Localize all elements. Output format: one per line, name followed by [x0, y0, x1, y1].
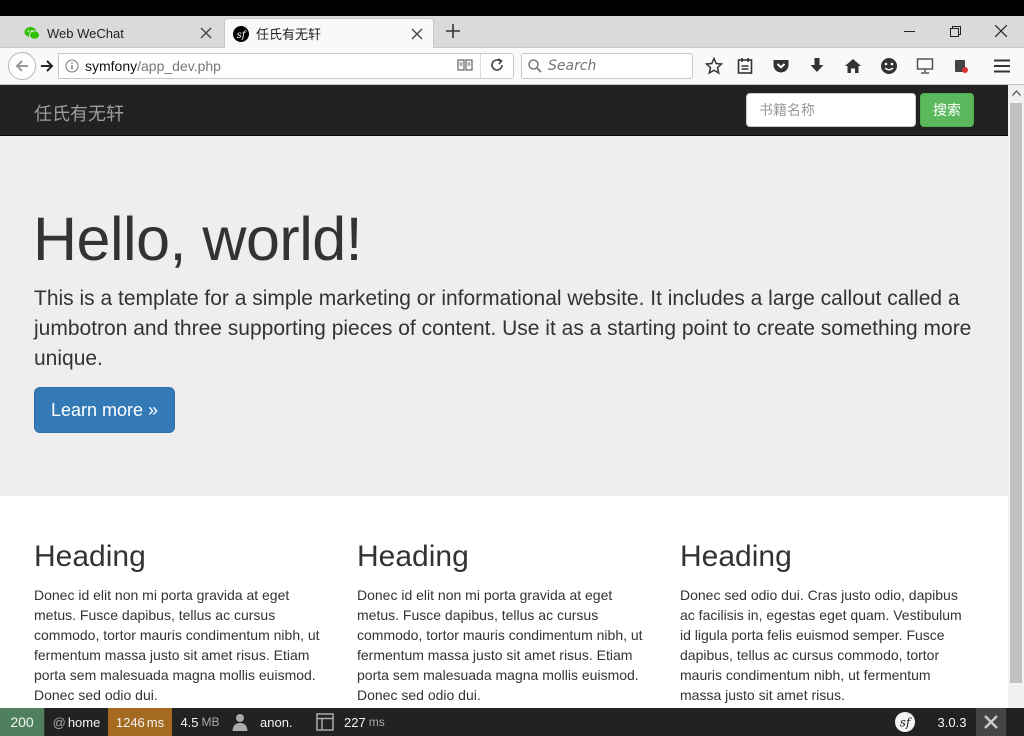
status-code-badge[interactable]: 200 — [0, 708, 44, 736]
column-text: Donec id elit non mi porta gravida at eg… — [34, 587, 320, 703]
new-tab-plus-icon[interactable] — [442, 20, 464, 42]
learn-more-button[interactable]: Learn more » — [34, 387, 175, 433]
database-panel[interactable]: 227 ms — [316, 708, 406, 736]
screen-icon[interactable] — [913, 55, 937, 77]
column-heading: Heading — [34, 540, 146, 573]
back-arrow-icon[interactable] — [8, 52, 36, 80]
url-bar[interactable]: symfony/app_dev.php — [58, 53, 514, 79]
column-text: Donec sed odio dui. Cras justo odio, dap… — [680, 587, 962, 703]
close-icon[interactable] — [194, 21, 218, 45]
user-icon — [232, 714, 248, 731]
tab-title: 任氏有无轩 — [256, 27, 322, 42]
reload-icon[interactable] — [489, 57, 505, 76]
column-heading: Heading — [680, 540, 792, 573]
symfony-version: 3.0.3 — [937, 714, 967, 730]
site-brand[interactable]: 任氏有无轩 — [34, 100, 124, 126]
page-scrollbar[interactable] — [1008, 85, 1024, 708]
browser-search-input[interactable] — [548, 58, 688, 74]
column-text: Donec id elit non mi porta gravida at eg… — [357, 587, 643, 703]
restore-icon[interactable] — [932, 16, 978, 46]
close-icon[interactable] — [405, 22, 429, 46]
content-column: Heading Donec id elit non mi porta gravi… — [357, 540, 649, 705]
symfony-debug-toolbar: 200 @ home 1246 ms 4.5 MB anon. 227 ms sf 3.… — [0, 708, 1024, 736]
symfony-icon: sf — [233, 25, 249, 42]
url-separator — [480, 54, 481, 78]
status-code: 200 — [10, 714, 34, 730]
jumbotron-title: Hello, world! — [33, 205, 363, 273]
user-panel[interactable]: anon. — [232, 708, 304, 736]
request-time: 1246 — [115, 714, 145, 730]
memory-panel[interactable]: 4.5 MB — [172, 708, 228, 736]
route-panel[interactable]: @ home — [44, 708, 108, 736]
menu-hamburger-icon[interactable] — [990, 55, 1014, 77]
scrollbar-thumb[interactable] — [1010, 103, 1022, 683]
download-icon[interactable] — [805, 55, 829, 77]
site-navbar: 任氏有无轩 搜索 — [0, 85, 1008, 136]
memory-value: 4.5 — [180, 714, 199, 730]
extension-icon[interactable] — [949, 55, 973, 77]
url-host: symfony — [85, 58, 138, 74]
scroll-up-arrow-icon[interactable] — [1008, 85, 1024, 101]
time-unit: ms — [146, 714, 165, 730]
home-icon[interactable] — [841, 55, 865, 77]
window-close-icon[interactable] — [978, 16, 1024, 46]
tab-web-wechat[interactable]: Web WeChat — [16, 18, 222, 48]
reader-view-icon[interactable] — [457, 57, 473, 76]
tab-title: Web WeChat — [47, 25, 124, 41]
info-icon[interactable] — [59, 59, 85, 73]
url-path: /app_dev.php — [137, 58, 221, 74]
minimize-icon[interactable] — [886, 16, 932, 46]
content-column: Heading Donec id elit non mi porta gravi… — [34, 540, 326, 705]
pocket-icon[interactable] — [769, 55, 793, 77]
jumbotron: Hello, world! This is a template for a s… — [0, 136, 1008, 496]
forward-arrow-icon[interactable] — [36, 56, 58, 76]
time-panel[interactable]: 1246 ms — [108, 708, 172, 736]
user-name: anon. — [260, 714, 293, 730]
route-prefix: @ — [52, 714, 66, 730]
search-icon — [522, 59, 548, 73]
content-column: Heading Donec sed odio dui. Cras justo o… — [680, 540, 972, 705]
book-search-input[interactable] — [746, 93, 916, 127]
browser-search-bar[interactable] — [521, 53, 693, 79]
wechat-icon — [24, 25, 40, 41]
emoji-icon[interactable] — [877, 55, 901, 77]
tab-symfony[interactable]: sf 任氏有无轩 — [224, 18, 434, 48]
db-time: 227 — [344, 714, 366, 730]
reading-list-icon[interactable] — [733, 55, 757, 77]
database-table-icon — [316, 713, 334, 731]
jumbotron-text: This is a template for a simple marketin… — [34, 287, 972, 370]
toolbar-close-icon[interactable] — [976, 708, 1006, 736]
tab-bar: Web WeChat sf 任氏有无轩 — [0, 16, 1024, 48]
page-viewport: 任氏有无轩 搜索 Hello, world! This is a templat… — [0, 85, 1008, 708]
db-time-unit: ms — [368, 715, 385, 729]
bookmark-star-icon[interactable] — [702, 55, 726, 77]
route-name: home — [67, 714, 101, 730]
book-search-button[interactable]: 搜索 — [920, 93, 974, 127]
symfony-logo-icon[interactable]: sf — [894, 708, 916, 736]
memory-unit: MB — [201, 715, 220, 729]
column-heading: Heading — [357, 540, 469, 573]
window-top-strip — [0, 0, 1024, 16]
